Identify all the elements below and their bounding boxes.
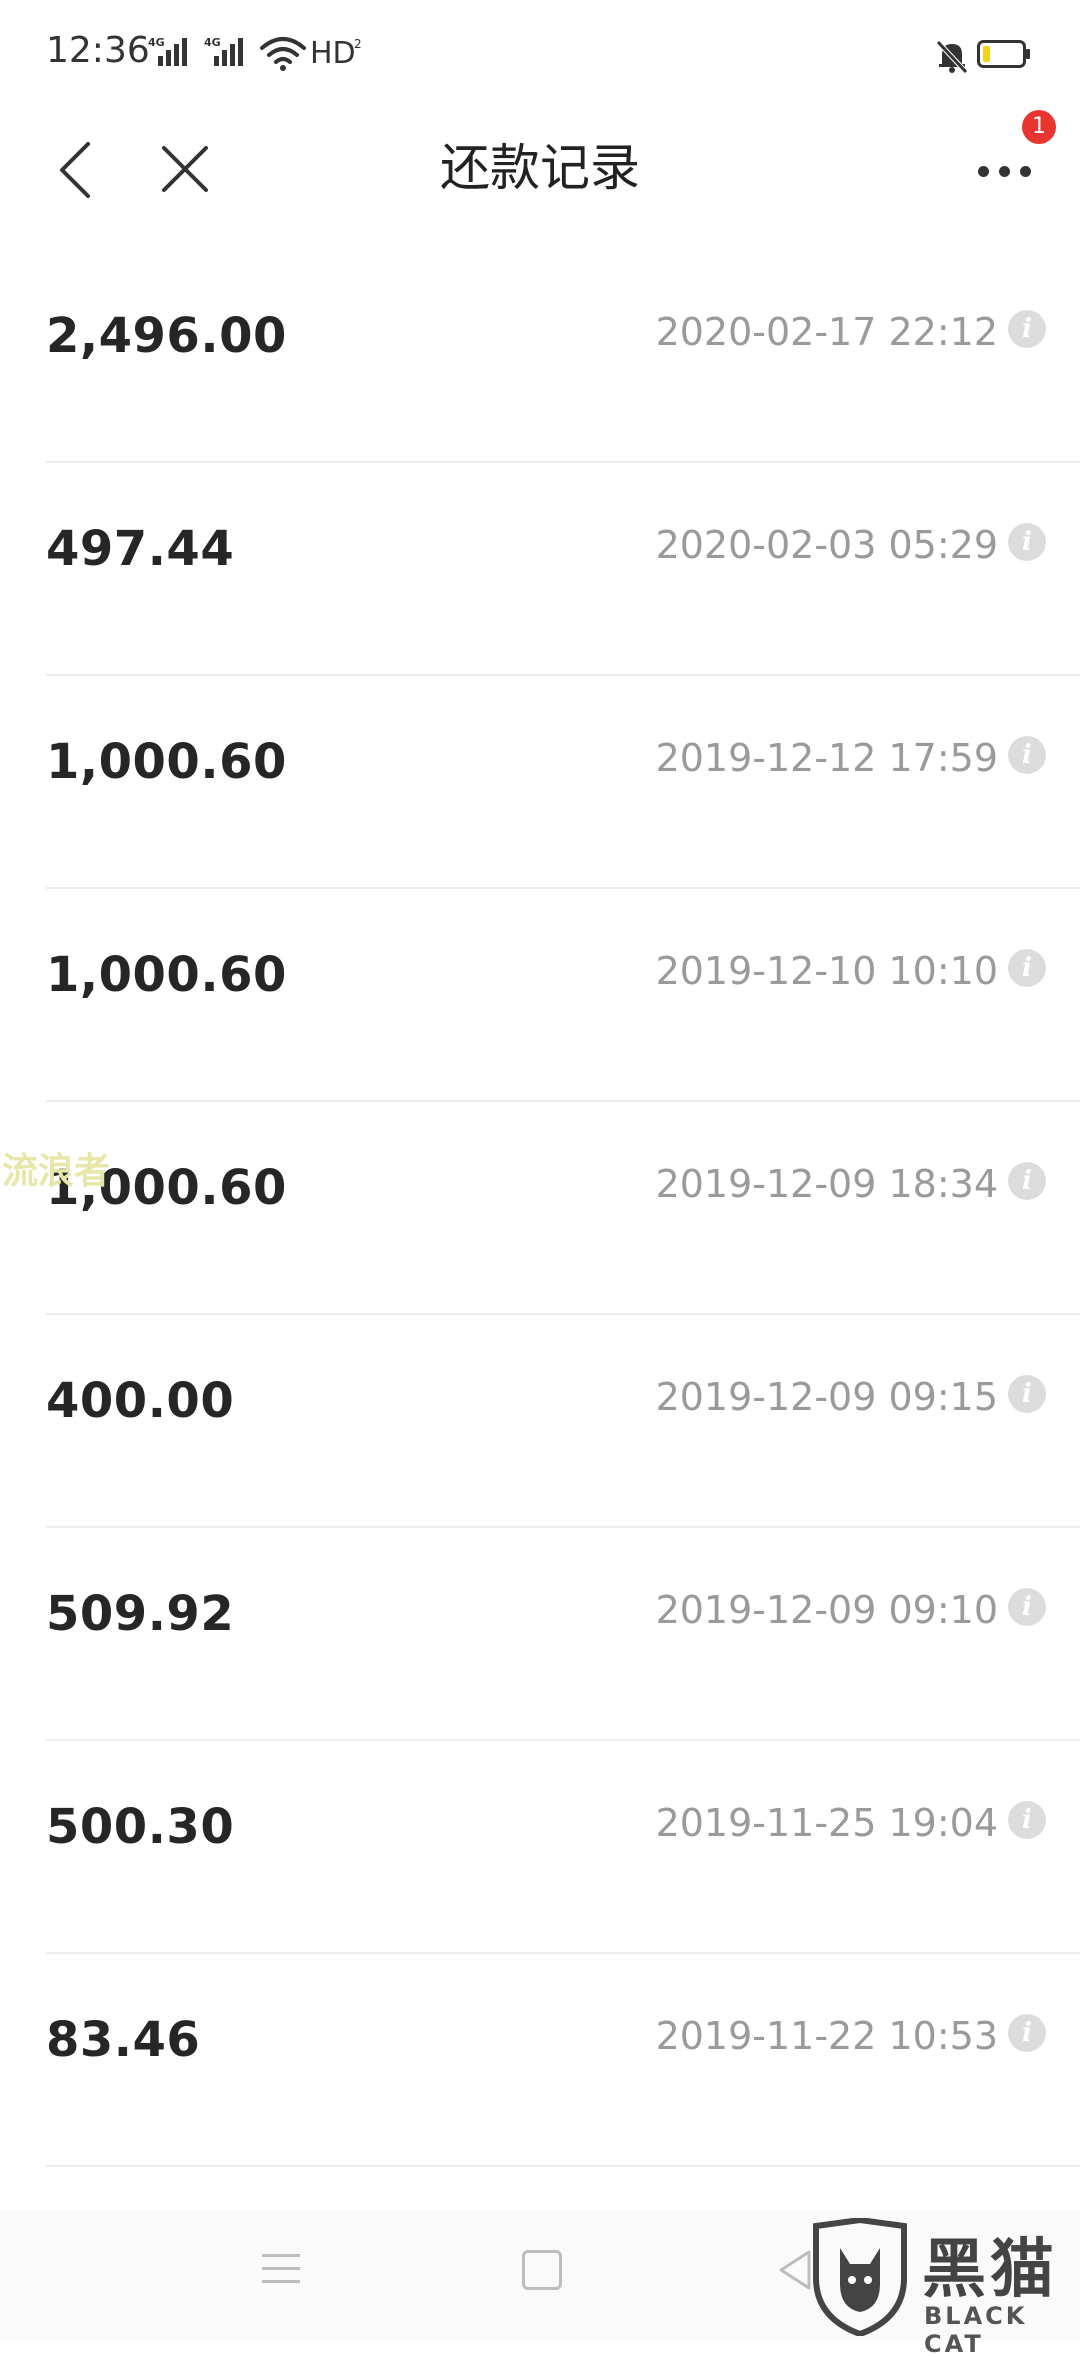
app-header: 还款记录 [0,110,1080,250]
back-triangle-icon[interactable] [775,2248,815,2292]
record-row[interactable]: 83.46 2019-11-22 10:53 i [0,1954,1080,2167]
battery-icon [977,40,1030,68]
record-time: 2019-12-09 09:15 [655,1375,998,1419]
record-amount: 83.46 [46,2012,201,2068]
record-time: 2019-12-09 09:10 [655,1588,998,1632]
notification-badge: 1 [1022,110,1056,144]
watermark-text: 流浪者 [2,1151,111,1192]
info-icon[interactable]: i [1008,949,1046,987]
record-row[interactable]: 1,000.60 2019-12-09 18:34 i [0,1102,1080,1315]
record-row[interactable]: 1,000.60 2019-12-12 17:59 i [0,676,1080,889]
wifi-icon [260,37,306,71]
logo-en-text: BLACK CAT [924,2302,1028,2358]
info-icon[interactable]: i [1008,523,1046,561]
bell-muted-icon [936,40,968,74]
record-amount: 1,000.60 [46,734,287,790]
record-amount: 400.00 [46,1373,235,1429]
info-icon[interactable]: i [1008,1375,1046,1413]
record-row[interactable]: 2,496.00 2020-02-17 22:12 i [0,250,1080,463]
record-time: 2019-11-22 10:53 [655,2014,998,2058]
record-row[interactable]: 1,000.60 2019-12-10 10:10 i [0,889,1080,1102]
info-icon[interactable]: i [1008,1801,1046,1839]
record-row[interactable]: 509.92 2019-12-09 09:10 i [0,1528,1080,1741]
status-bar: 12:36 4G 4G HD 2 [0,0,1080,110]
network-type-label: 4G [204,36,221,49]
page-title: 还款记录 [440,139,640,197]
more-icon[interactable] [970,140,1040,200]
hd-sub-label: 2 [354,37,362,51]
info-icon[interactable]: i [1008,310,1046,348]
record-time: 2019-11-25 19:04 [655,1801,998,1845]
signal-icon: 4G [148,34,190,70]
info-icon[interactable]: i [1008,1588,1046,1626]
record-amount: 509.92 [46,1586,235,1642]
record-time: 2019-12-12 17:59 [655,736,998,780]
record-time: 2019-12-09 18:34 [655,1162,998,1206]
record-amount: 497.44 [46,521,235,577]
repayment-record-list: 2,496.00 2020-02-17 22:12 i 497.44 2020-… [0,250,1080,2167]
home-icon[interactable] [522,2250,562,2290]
record-amount: 500.30 [46,1799,235,1855]
logo-cn-text: 黑猫 [922,2233,1058,2307]
record-row[interactable]: 500.30 2019-11-25 19:04 i [0,1741,1080,1954]
signal-icon: 4G [204,34,246,70]
black-cat-logo: 黑猫 BLACK CAT [810,2218,1080,2358]
record-time: 2019-12-10 10:10 [655,949,998,993]
record-row[interactable]: 400.00 2019-12-09 09:15 i [0,1315,1080,1528]
network-type-label: 4G [148,36,165,49]
record-time: 2020-02-03 05:29 [655,523,998,567]
status-time: 12:36 [46,30,150,71]
record-amount: 2,496.00 [46,308,287,364]
hd-label: HD [310,36,356,71]
info-icon[interactable]: i [1008,1162,1046,1200]
info-icon[interactable]: i [1008,736,1046,774]
menu-icon[interactable] [262,2250,302,2290]
cat-shield-icon [813,2218,907,2336]
record-time: 2020-02-17 22:12 [655,310,998,354]
record-amount: 1,000.60 [46,947,287,1003]
record-row[interactable]: 497.44 2020-02-03 05:29 i [0,463,1080,676]
info-icon[interactable]: i [1008,2014,1046,2052]
